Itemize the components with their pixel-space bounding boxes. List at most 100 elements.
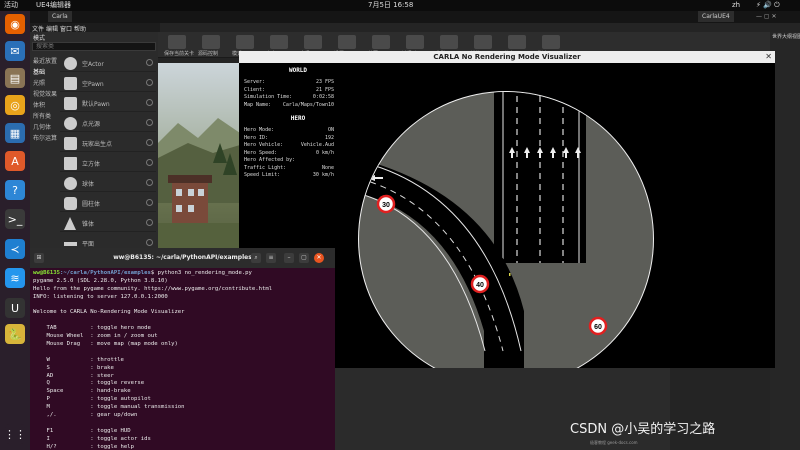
- category-item[interactable]: 基础: [33, 67, 45, 76]
- content-area: [330, 366, 670, 450]
- activities-button[interactable]: 活动: [4, 0, 18, 11]
- asset-thumbnail-icon: [64, 242, 77, 246]
- category-item[interactable]: 体积: [33, 100, 45, 109]
- toolbar-button[interactable]: [304, 35, 322, 49]
- category-item[interactable]: 布尔运算: [33, 133, 57, 142]
- prompt-path: :~/carla/PythonAPI/examples: [59, 270, 151, 276]
- toolbar-button[interactable]: [474, 35, 492, 49]
- level-tab[interactable]: Carla: [48, 11, 72, 22]
- prompt-user: ww@B6135: [33, 270, 60, 276]
- help-icon[interactable]: [146, 99, 153, 106]
- help-icon[interactable]: [146, 59, 153, 66]
- class-search-input[interactable]: [32, 42, 156, 51]
- terminal-output: ww@B6135:~/carla/PythonAPI/examples$ pyt…: [33, 270, 333, 450]
- asset-label: 球体: [82, 181, 95, 188]
- placeable-asset[interactable]: 锥体: [60, 214, 156, 232]
- toolbar-button[interactable]: [202, 35, 220, 49]
- asset-thumbnail-icon: [64, 97, 77, 110]
- software-center-icon[interactable]: A: [5, 151, 25, 171]
- placeable-asset[interactable]: 空Actor: [60, 54, 156, 72]
- help-icon[interactable]: ?: [5, 180, 25, 200]
- terminal-line: I : toggle actor ids: [33, 435, 151, 442]
- help-icon[interactable]: [146, 219, 153, 226]
- hamburger-menu-icon[interactable]: ≡: [266, 253, 276, 263]
- clock[interactable]: 7月5日 16:58: [368, 0, 413, 11]
- asset-label: 空Actor: [82, 61, 104, 68]
- toolbar-button-label: 源码控制: [198, 51, 219, 57]
- toolbar-button[interactable]: [372, 35, 390, 49]
- terminal-line: P : toggle autopilot: [33, 396, 151, 403]
- category-item[interactable]: 最近放置: [33, 56, 57, 65]
- rhythmbox-icon[interactable]: ◎: [5, 95, 25, 115]
- ubuntu-dock: ◉ ✉ ▤ ◎ ▦ A? >_ ≺ ≋ U 🐍 ⋮⋮: [0, 11, 30, 450]
- asset-label: 立方体: [82, 161, 101, 168]
- terminal-line: pygame 2.5.0 (SDL 2.28.0, Python 3.8.10): [33, 277, 168, 284]
- terminal-line: TAB : toggle hero mode: [33, 325, 151, 332]
- category-item[interactable]: 视觉效果: [33, 89, 57, 98]
- category-item[interactable]: 几何体: [33, 122, 51, 131]
- toolbar-button[interactable]: [542, 35, 560, 49]
- placeable-asset[interactable]: 默认Pawn: [60, 94, 156, 112]
- asset-label: 平面: [82, 241, 95, 248]
- viewport-scene: [158, 118, 240, 258]
- unreal-icon[interactable]: U: [5, 298, 25, 318]
- terminal-window[interactable]: ww@B6135: ~/carla/PythonAPI/examples ⊞ ⌕…: [30, 248, 335, 450]
- help-icon[interactable]: [146, 79, 153, 86]
- toolbar-button[interactable]: [508, 35, 526, 49]
- project-tab[interactable]: CarlaUE4: [698, 11, 734, 22]
- terminal-line: ,/. : gear up/down: [33, 412, 138, 419]
- placeable-asset[interactable]: 点光源: [60, 114, 156, 132]
- toolbar-button[interactable]: [236, 35, 254, 49]
- help-icon[interactable]: [146, 199, 153, 206]
- terminal-line: AD : steer: [33, 372, 114, 379]
- docker-icon[interactable]: ≋: [5, 268, 25, 288]
- system-tray[interactable]: ⚡ 🔊 ⏻: [756, 0, 780, 11]
- placeable-asset[interactable]: 空Pawn: [60, 74, 156, 92]
- search-icon[interactable]: ⌕: [251, 253, 261, 263]
- help-icon[interactable]: [146, 139, 153, 146]
- terminal-line: H/? : toggle help: [33, 443, 135, 450]
- category-item[interactable]: 光照: [33, 78, 45, 87]
- world-outliner-tab[interactable]: 世界大纲视图: [772, 33, 800, 40]
- help-icon[interactable]: [146, 119, 153, 126]
- firefox-icon[interactable]: ◉: [5, 14, 25, 34]
- asset-thumbnail-icon: [64, 57, 77, 70]
- new-tab-icon[interactable]: ⊞: [34, 253, 44, 263]
- libreoffice-writer-icon[interactable]: ▦: [5, 123, 25, 143]
- terminal-line: S : brake: [33, 364, 114, 371]
- window-controls[interactable]: — ▢ ✕: [752, 11, 781, 22]
- minimize-icon[interactable]: –: [284, 253, 294, 263]
- terminal-line: Space : hand-brake: [33, 388, 131, 395]
- help-icon[interactable]: [146, 179, 153, 186]
- asset-label: 默认Pawn: [82, 101, 110, 108]
- vscode-icon[interactable]: ≺: [5, 239, 25, 259]
- terminal-line: Welcome to CARLA No-Rendering Mode Visua…: [33, 309, 185, 316]
- level-viewport[interactable]: [158, 63, 240, 258]
- toolbar-button[interactable]: [168, 35, 186, 49]
- terminal-line: Hello from the pygame community. https:/…: [33, 285, 273, 292]
- thunderbird-icon[interactable]: ✉: [5, 41, 25, 61]
- python-icon[interactable]: 🐍: [5, 324, 25, 344]
- placeable-asset[interactable]: 立方体: [60, 154, 156, 172]
- help-icon[interactable]: [146, 159, 153, 166]
- placeable-asset[interactable]: 球体: [60, 174, 156, 192]
- close-icon[interactable]: ✕: [314, 253, 324, 263]
- active-app-menu[interactable]: UE4编辑器: [36, 0, 71, 11]
- input-method-indicator[interactable]: zh: [732, 0, 740, 11]
- terminal-line: Mouse Drag : move map (map mode only): [33, 341, 178, 348]
- terminal-icon[interactable]: >_: [5, 209, 25, 229]
- toolbar-button[interactable]: [270, 35, 288, 49]
- toolbar-button[interactable]: [338, 35, 356, 49]
- speed-sign-40-label: 40: [476, 282, 484, 289]
- modes-tab[interactable]: 模式: [33, 33, 45, 42]
- files-icon[interactable]: ▤: [5, 68, 25, 88]
- placeable-asset[interactable]: 圆柱体: [60, 194, 156, 212]
- placeable-asset[interactable]: 玩家出生点: [60, 134, 156, 152]
- toolbar-button[interactable]: [440, 35, 458, 49]
- maximize-icon[interactable]: ▢: [299, 253, 309, 263]
- help-icon[interactable]: [146, 239, 153, 246]
- toolbar-button[interactable]: [406, 35, 424, 49]
- show-apps-icon[interactable]: ⋮⋮: [4, 424, 26, 444]
- category-item[interactable]: 所有类: [33, 111, 51, 120]
